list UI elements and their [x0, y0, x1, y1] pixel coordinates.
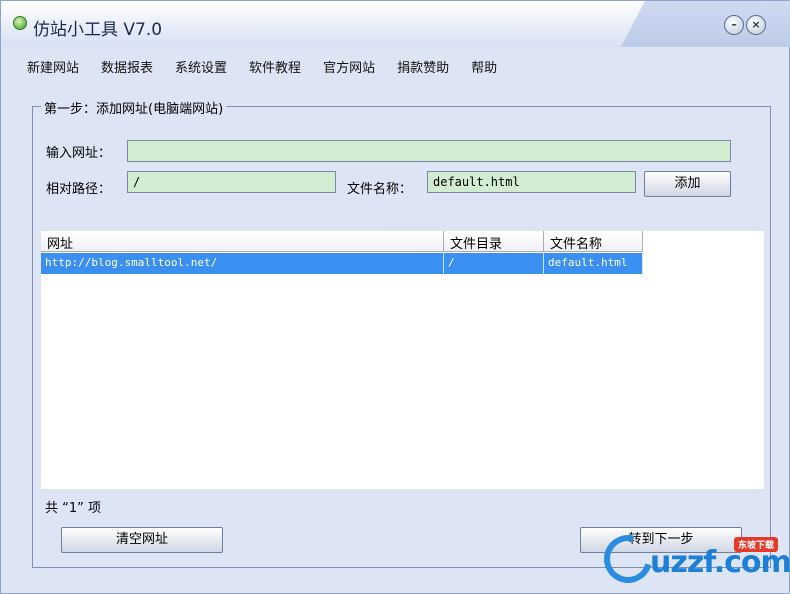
menu-settings[interactable]: 系统设置	[163, 55, 237, 78]
column-header-dir[interactable]: 文件目录	[444, 231, 544, 252]
add-button[interactable]: 添加	[644, 171, 731, 197]
row-dir: /	[444, 253, 544, 274]
url-list[interactable]: 网址 文件目录 文件名称 http://blog.smalltool.net/ …	[41, 231, 764, 489]
minimize-button[interactable]: –	[724, 15, 744, 35]
close-button[interactable]: ×	[746, 15, 766, 35]
menu-donate[interactable]: 捐款赞助	[385, 55, 459, 78]
url-label: 输入网址：	[46, 146, 112, 161]
row-file: default.html	[544, 253, 643, 274]
menu-tutorial[interactable]: 软件教程	[237, 55, 311, 78]
url-input[interactable]	[127, 140, 731, 162]
title-bar[interactable]: 仿站小工具 V7.0 – ×	[1, 1, 790, 47]
menu-reports[interactable]: 数据报表	[89, 55, 163, 78]
watermark-badge: 东坡下载	[734, 537, 779, 552]
list-header: 网址 文件目录 文件名称	[41, 231, 643, 252]
step-one-caption: 第一步：添加网址(电脑端网站)	[41, 98, 227, 117]
column-header-url[interactable]: 网址	[41, 231, 444, 252]
filename-label: 文件名称：	[347, 182, 413, 197]
path-input[interactable]: /	[127, 171, 336, 193]
item-count: 共 “1” 项	[45, 501, 102, 516]
clear-urls-button[interactable]: 清空网址	[61, 527, 223, 553]
app-logo-icon	[13, 16, 27, 30]
column-header-file[interactable]: 文件名称	[544, 231, 643, 252]
row-url: http://blog.smalltool.net/	[41, 253, 444, 274]
watermark-logo: uzzf.com 东坡下载	[595, 526, 790, 592]
menu-official-site[interactable]: 官方网站	[311, 55, 385, 78]
window-title: 仿站小工具 V7.0	[33, 20, 163, 40]
menu-bar: 新建网站 数据报表 系统设置 软件教程 官方网站 捐款赞助 帮助	[15, 55, 507, 78]
table-row[interactable]: http://blog.smalltool.net/ / default.htm…	[41, 253, 643, 274]
filename-input[interactable]: default.html	[427, 171, 636, 193]
menu-help[interactable]: 帮助	[459, 55, 507, 78]
menu-new-site[interactable]: 新建网站	[15, 55, 89, 78]
path-label: 相对路径：	[46, 182, 112, 197]
app-window: 仿站小工具 V7.0 – × 新建网站 数据报表 系统设置 软件教程 官方网站 …	[0, 0, 790, 594]
